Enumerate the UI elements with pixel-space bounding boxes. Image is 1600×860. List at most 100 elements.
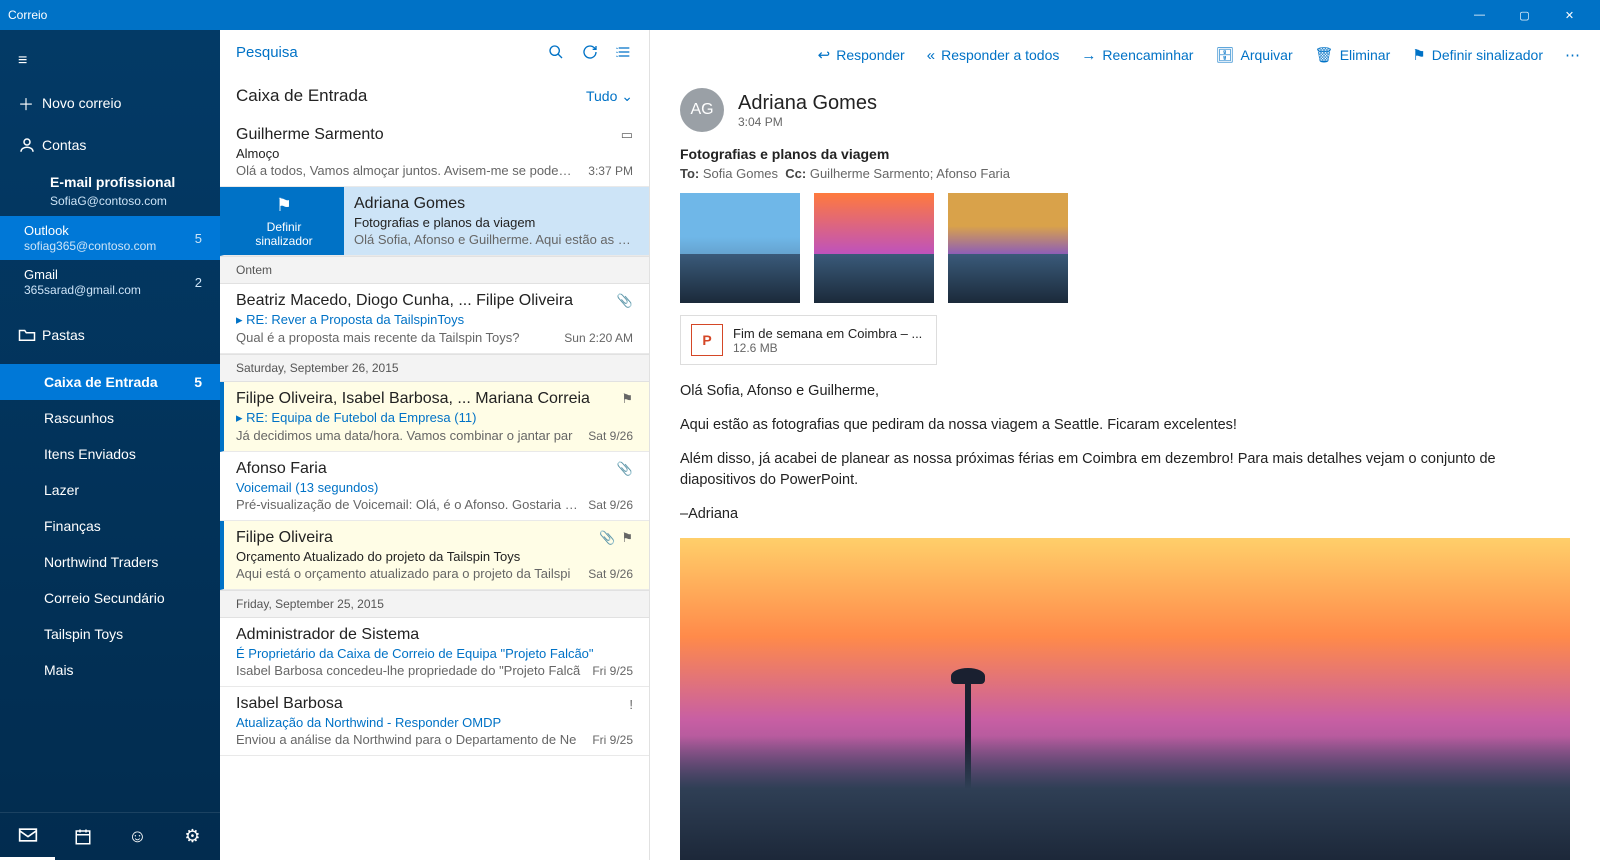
message-item[interactable]: Beatriz Macedo, Diogo Cunha, ... Filipe … (220, 284, 649, 354)
powerpoint-icon: P (691, 324, 723, 356)
group-header: Ontem (220, 256, 649, 284)
calendar-nav-button[interactable] (55, 813, 110, 860)
account-email: sofiag365@contoso.com (24, 239, 195, 253)
sidebar: ≡ ＋ Novo correio Contas E-mail profissio… (0, 30, 220, 860)
sender-name: Adriana Gomes (738, 92, 877, 115)
group-header: Friday, September 25, 2015 (220, 590, 649, 618)
important-icon: ! (629, 697, 633, 712)
reading-pane: ↩Responder «Responder a todos →Reencamin… (650, 30, 1600, 860)
image-thumbnails (680, 193, 1570, 303)
body-paragraph: Além disso, já acabei de planear as noss… (680, 449, 1570, 493)
flag-icon: ⚑ (621, 530, 633, 546)
attachment-size: 12.6 MB (733, 341, 922, 355)
folder-inbox[interactable]: Caixa de Entrada 5 (0, 364, 220, 400)
flag-action-panel[interactable]: ⚑ Definir sinalizador (224, 187, 344, 255)
sidebar-bottom-nav: ☺ ⚙ (0, 812, 220, 860)
search-input[interactable] (236, 44, 539, 61)
folders-label: Pastas (42, 327, 202, 343)
folder-secondary[interactable]: Correio Secundário (0, 580, 220, 616)
new-mail-button[interactable]: ＋ Novo correio (0, 82, 220, 124)
message-item[interactable]: Administrador de Sistema É Proprietário … (220, 618, 649, 687)
image-thumbnail[interactable] (680, 193, 800, 303)
body-paragraph: Aqui estão as fotografias que pediram da… (680, 415, 1570, 437)
sidebar-account-outlook[interactable]: Outlook sofiag365@contoso.com 5 (0, 216, 220, 260)
reply-icon: ↩ (818, 46, 831, 64)
close-button[interactable]: ✕ (1547, 0, 1592, 30)
hamburger-button[interactable]: ≡ (0, 40, 220, 82)
filter-dropdown[interactable]: Tudo ⌄ (586, 88, 633, 105)
flag-button[interactable]: ⚑Definir sinalizador (1412, 46, 1543, 64)
sent-time: 3:04 PM (738, 115, 877, 129)
chevron-down-icon: ⌄ (621, 88, 633, 104)
avatar: AG (680, 88, 724, 132)
profile-email: SofiaG@contoso.com (0, 192, 220, 216)
group-header: Saturday, September 26, 2015 (220, 354, 649, 382)
folder-title: Caixa de Entrada (236, 86, 586, 106)
account-name: Gmail (24, 267, 195, 283)
folder-financas[interactable]: Finanças (0, 508, 220, 544)
flag-icon: ⚑ (276, 195, 292, 216)
trash-icon: 🗑 (1315, 46, 1334, 64)
accounts-label: Contas (42, 137, 202, 153)
attachment-item[interactable]: P Fim de semana em Coimbra – ... 12.6 MB (680, 315, 937, 365)
folder-tailspin[interactable]: Tailspin Toys (0, 616, 220, 652)
message-item[interactable]: Isabel Barbosa ! Atualização da Northwin… (220, 687, 649, 756)
titlebar: Correio — ▢ ✕ (0, 0, 1600, 30)
more-actions-button[interactable]: ⋯ (1565, 46, 1580, 64)
message-item[interactable]: Afonso Faria 📎 Voicemail (13 segundos) P… (220, 452, 649, 521)
settings-nav-button[interactable]: ⚙ (165, 813, 220, 860)
feedback-nav-button[interactable]: ☺ (110, 813, 165, 860)
delete-button[interactable]: 🗑Eliminar (1315, 46, 1391, 64)
message-item[interactable]: Filipe Oliveira 📎 ⚑ Orçamento Atualizado… (220, 521, 649, 590)
account-badge: 5 (195, 231, 202, 246)
attachment-name: Fim de semana em Coimbra – ... (733, 326, 922, 341)
folder-drafts[interactable]: Rascunhos (0, 400, 220, 436)
folder-sent[interactable]: Itens Enviados (0, 436, 220, 472)
attachment-icon: 📎 (617, 293, 633, 309)
reply-all-button[interactable]: «Responder a todos (927, 47, 1060, 64)
accounts-button[interactable]: Contas (0, 124, 220, 166)
folder-northwind[interactable]: Northwind Traders (0, 544, 220, 580)
app-title: Correio (8, 8, 47, 22)
search-icon[interactable] (539, 35, 573, 69)
new-mail-label: Novo correio (42, 95, 202, 111)
flag-icon: ⚑ (1412, 46, 1425, 64)
folders-button[interactable]: Pastas (0, 314, 220, 356)
action-bar: ↩Responder «Responder a todos →Reencamin… (650, 30, 1600, 80)
attachment-icon: 📎 (617, 461, 633, 477)
maximize-button[interactable]: ▢ (1502, 0, 1547, 30)
flag-icon: ⚑ (621, 391, 633, 407)
message-item[interactable]: Filipe Oliveira, Isabel Barbosa, ... Mar… (220, 382, 649, 452)
body-paragraph: Olá Sofia, Afonso e Guilherme, (680, 381, 1570, 403)
image-thumbnail[interactable] (948, 193, 1068, 303)
ellipsis-icon: ⋯ (1565, 46, 1580, 64)
hamburger-icon: ≡ (18, 52, 42, 70)
message-list: Caixa de Entrada Tudo ⌄ Guilherme Sarmen… (220, 30, 650, 860)
folder-badge: 5 (194, 374, 202, 390)
select-icon[interactable] (607, 35, 641, 69)
attachment-icon: 📎 (599, 530, 615, 546)
archive-icon: 🗄 (1215, 46, 1234, 64)
account-email: 365sarad@gmail.com (24, 283, 195, 297)
minimize-button[interactable]: — (1457, 0, 1502, 30)
person-icon (18, 136, 42, 154)
calendar-icon: ▭ (621, 127, 633, 143)
message-item[interactable]: Guilherme Sarmento ▭ Almoço Olá a todos,… (220, 118, 649, 187)
message-item-selected[interactable]: ⚑ Definir sinalizador Adriana Gomes Foto… (220, 187, 649, 256)
recipients: To: Sofia Gomes Cc: Guilherme Sarmento; … (680, 166, 1570, 181)
body-signature: –Adriana (680, 504, 1570, 526)
account-name: Outlook (24, 223, 195, 239)
folder-lazer[interactable]: Lazer (0, 472, 220, 508)
mail-nav-button[interactable] (0, 813, 55, 860)
message-subject: Fotografias e planos da viagem (680, 146, 1570, 162)
sync-icon[interactable] (573, 35, 607, 69)
inline-image (680, 538, 1570, 860)
forward-button[interactable]: →Reencaminhar (1081, 47, 1193, 64)
folder-more[interactable]: Mais (0, 652, 220, 688)
sidebar-account-gmail[interactable]: Gmail 365sarad@gmail.com 2 (0, 260, 220, 304)
archive-button[interactable]: 🗄Arquivar (1215, 46, 1292, 64)
reply-all-icon: « (927, 47, 935, 64)
image-thumbnail[interactable] (814, 193, 934, 303)
folder-icon (18, 328, 42, 342)
reply-button[interactable]: ↩Responder (818, 46, 905, 64)
